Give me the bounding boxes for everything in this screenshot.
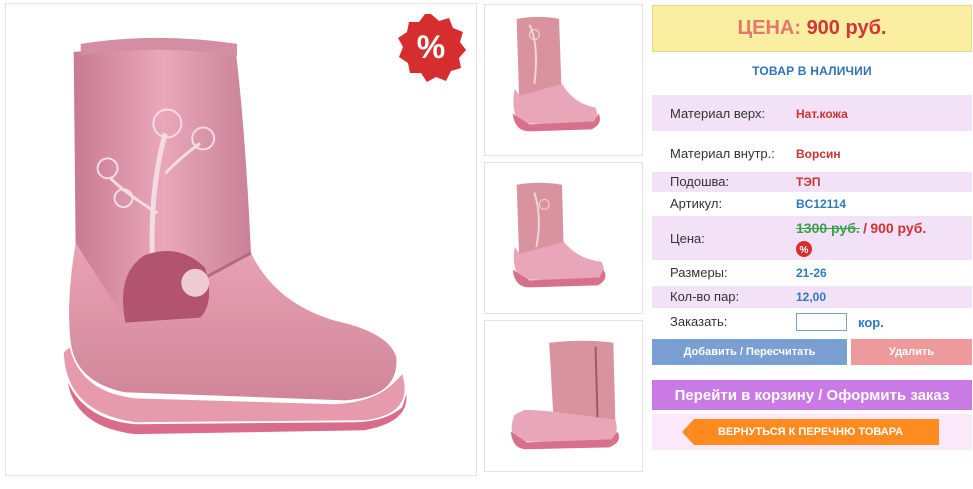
spec-label: Размеры: [670, 265, 728, 280]
price-header-label: ЦЕНА: [737, 17, 802, 39]
spec-label: Цена: [670, 231, 705, 246]
spec-value: BC12114 [796, 197, 847, 211]
price-separator: / [863, 220, 867, 236]
new-price: 900 руб. [870, 220, 927, 236]
old-price: 1300 руб. [796, 220, 860, 236]
spec-value: Ворсин [796, 147, 841, 161]
spec-row-sizes: Размеры: 21-26 [652, 262, 972, 284]
discount-small-icon: % [796, 241, 812, 257]
spec-value: ТЭП [796, 175, 821, 189]
spec-row-sole: Подошва: ТЭП [652, 172, 972, 192]
spec-row-price: Цена: 1300 руб. / 900 руб. % [652, 216, 972, 260]
go-to-cart-button[interactable]: Перейти в корзину / Оформить заказ [652, 380, 972, 410]
spec-row-pairs: Кол-во пар: 12,00 [652, 286, 972, 308]
boot-thumbnail-1-image [512, 16, 600, 132]
order-unit-label: кор. [858, 315, 884, 330]
price-header: ЦЕНА: 900 руб. [652, 5, 972, 52]
spec-label: Кол-во пар: [670, 289, 740, 304]
stock-status: ТОВАР В НАЛИЧИИ [752, 64, 872, 78]
price-header-value: 900 руб. [806, 17, 887, 39]
back-button-area: ВЕРНУТЬСЯ К ПЕРЕЧНЮ ТОВАРА [652, 414, 972, 450]
boot-thumbnail-3-image [510, 340, 620, 450]
discount-badge-text: % [417, 29, 445, 65]
discount-small-text: % [800, 245, 809, 256]
order-quantity-input[interactable] [796, 313, 847, 331]
spec-row-article: Артикул: BC12114 [652, 194, 972, 214]
spec-row-material-top: Материал верх: Нат.кожа [652, 95, 972, 131]
spec-row-material-inner: Материал внутр.: Ворсин [652, 136, 972, 170]
spec-value: 12,00 [796, 290, 827, 304]
spec-label: Материал верх: [670, 106, 766, 121]
spec-label: Заказать: [670, 314, 728, 329]
boot-thumbnail-2-image [512, 182, 606, 288]
delete-button[interactable]: Удалить [851, 339, 972, 365]
discount-badge-icon: % [398, 14, 466, 82]
thumbnail-front-view[interactable] [484, 4, 643, 156]
spec-price-values: 1300 руб. / 900 руб. [796, 220, 926, 236]
spec-label: Подошва: [670, 174, 730, 189]
spec-label: Артикул: [670, 196, 723, 211]
back-to-list-button[interactable]: ВЕРНУТЬСЯ К ПЕРЕЧНЮ ТОВАРА [682, 419, 939, 445]
thumbnail-zipper-view[interactable] [484, 320, 643, 472]
spec-value: 21-26 [796, 266, 827, 280]
spec-value: Нат.кожа [796, 107, 848, 121]
add-recalculate-button[interactable]: Добавить / Пересчитать [652, 339, 847, 365]
spec-label: Материал внутр.: [670, 146, 775, 161]
thumbnail-side-view[interactable] [484, 162, 643, 314]
